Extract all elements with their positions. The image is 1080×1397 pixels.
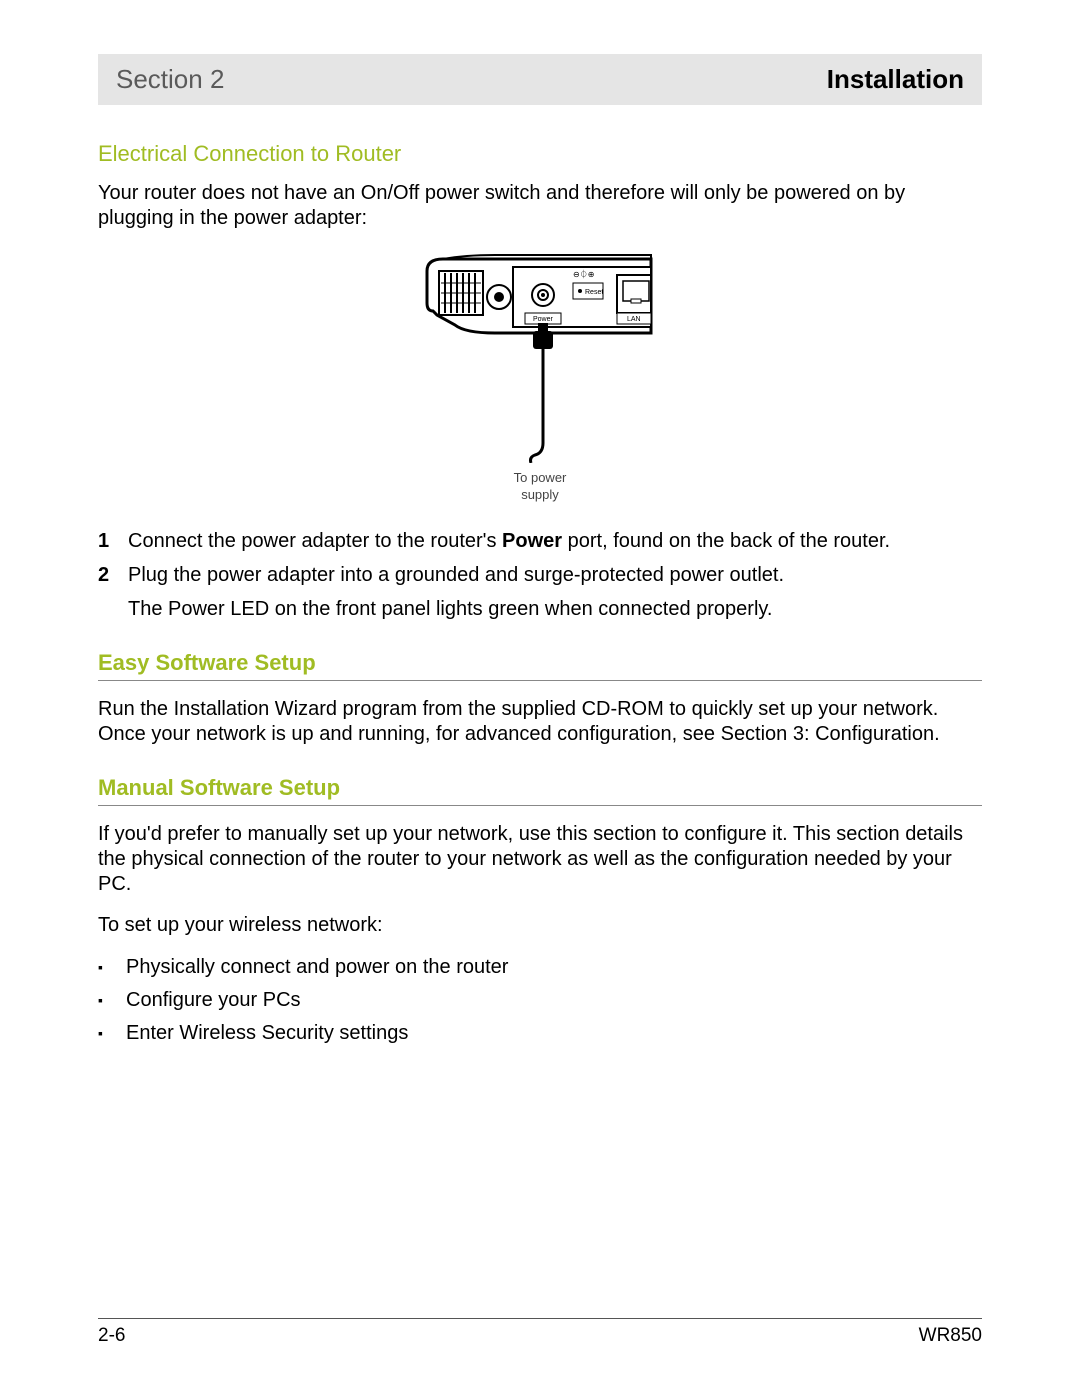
bullet-text: Configure your PCs [126,987,301,1014]
svg-text:LAN: LAN [627,316,641,323]
page-footer: 2-6 WR850 [98,1325,982,1347]
list-item: ▪ Enter Wireless Security settings [98,1020,982,1047]
step-text-prefix: Connect the power adapter to the router'… [128,530,502,552]
easy-setup-body: Run the Installation Wizard program from… [98,697,982,747]
page-title: Installation [827,64,964,95]
numbered-steps: 1 Connect the power adapter to the route… [98,528,982,622]
subheading-manual-software-setup: Manual Software Setup [98,775,982,806]
footer-rule [98,1318,982,1319]
router-illustration-wrap: ⊖⏀⊕ Reset Power LAN To power [98,253,982,504]
section-label: Section 2 [116,64,224,95]
page-header-bar: Section 2 Installation [98,54,982,105]
svg-text:Reset: Reset [585,289,603,296]
step-body: Connect the power adapter to the router'… [128,528,982,554]
step-1: 1 Connect the power adapter to the route… [98,528,982,554]
step-2: 2 Plug the power adapter into a grounded… [98,562,982,588]
bullet-icon: ▪ [98,987,126,1010]
subheading-electrical-connection: Electrical Connection to Router [98,141,982,167]
bullet-icon: ▪ [98,954,126,977]
electrical-intro-text: Your router does not have an On/Off powe… [98,181,982,231]
step-extra-text: The Power LED on the front panel lights … [128,596,982,622]
router-svg: ⊖⏀⊕ Reset Power LAN [425,253,655,463]
step-text-prefix: Plug the power adapter into a grounded a… [128,564,784,586]
list-item: ▪ Configure your PCs [98,987,982,1014]
illustration-caption-line1: To power [425,470,655,485]
list-item: ▪ Physically connect and power on the ro… [98,954,982,981]
manual-setup-body2: To set up your wireless network: [98,913,982,938]
bullet-text: Enter Wireless Security settings [126,1020,408,1047]
document-page: Section 2 Installation Electrical Connec… [0,0,1080,1397]
svg-text:Power: Power [533,316,554,323]
step-body: Plug the power adapter into a grounded a… [128,562,982,588]
step-number: 1 [98,528,128,554]
router-illustration: ⊖⏀⊕ Reset Power LAN To power [425,253,655,502]
step-text-bold: Power [502,530,562,552]
step-number: 2 [98,562,128,588]
svg-text:⊖⏀⊕: ⊖⏀⊕ [573,269,594,279]
footer-page-number: 2-6 [98,1325,125,1347]
footer-model: WR850 [919,1325,982,1347]
bullet-icon: ▪ [98,1020,126,1043]
step-text-suffix: port, found on the back of the router. [562,530,890,552]
manual-setup-body1: If you'd prefer to manually set up your … [98,822,982,897]
illustration-caption-line2: supply [425,487,655,502]
subheading-easy-software-setup: Easy Software Setup [98,650,982,681]
manual-bullet-list: ▪ Physically connect and power on the ro… [98,954,982,1047]
bullet-text: Physically connect and power on the rout… [126,954,508,981]
